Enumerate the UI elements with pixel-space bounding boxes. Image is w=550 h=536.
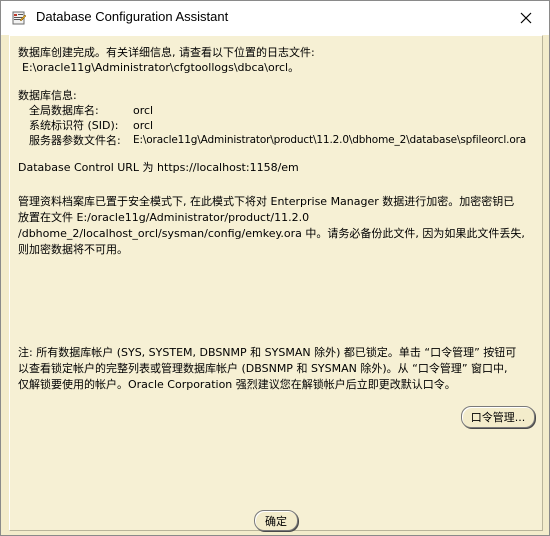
- global-db-name-value: orcl: [133, 104, 154, 117]
- secure-mode-line: 管理资料档案库已置于安全模式下, 在此模式下将对 Enterprise Mana…: [18, 195, 515, 208]
- note-line: 注: 所有数据库帐户 (SYS, SYSTEM, DBSNMP 和 SYSMAN…: [18, 346, 517, 359]
- note-line: 以查看锁定帐户的完整列表或管理数据库帐户 (DBSNMP 和 SYSMAN 除外…: [18, 362, 508, 375]
- control-url-text: Database Control URL 为 https://localhost…: [18, 161, 299, 174]
- secure-mode-line: /dbhome_2/localhost_orcl/sysman/config/e…: [18, 227, 525, 240]
- window-title: Database Configuration Assistant: [36, 9, 229, 24]
- global-db-name-label: 全局数据库名:: [29, 104, 99, 117]
- db-info-heading: 数据库信息:: [18, 89, 77, 102]
- log-path-text: E:\oracle11g\Administrator\cfgtoollogs\d…: [22, 61, 300, 74]
- param-file-value: E:\oracle11g\Administrator\product\11.2.…: [133, 134, 527, 146]
- ok-button[interactable]: 确定: [254, 510, 298, 531]
- dialog-window: Database Configuration Assistant 数据库创建完成…: [0, 0, 550, 536]
- sid-label: 系统标识符 (SID):: [29, 119, 119, 132]
- creation-complete-text: 数据库创建完成。有关详细信息, 请查看以下位置的日志文件:: [18, 46, 315, 59]
- close-icon[interactable]: [503, 1, 549, 35]
- note-line: 仅解锁要使用的帐户。Oracle Corporation 强烈建议您在解锁帐户后…: [18, 378, 456, 391]
- secure-mode-line: 则加密数据将不可用。: [18, 243, 128, 256]
- title-bar[interactable]: Database Configuration Assistant: [1, 1, 549, 35]
- message-panel: 数据库创建完成。有关详细信息, 请查看以下位置的日志文件: E:\oracle1…: [9, 35, 543, 531]
- password-management-button[interactable]: 口令管理...: [461, 406, 535, 428]
- sid-value: orcl: [133, 119, 154, 132]
- dbca-app-icon: [11, 10, 27, 26]
- secure-mode-line: 放置在文件 E:/oracle11g/Administrator/product…: [18, 211, 310, 224]
- param-file-label: 服务器参数文件名:: [29, 134, 121, 147]
